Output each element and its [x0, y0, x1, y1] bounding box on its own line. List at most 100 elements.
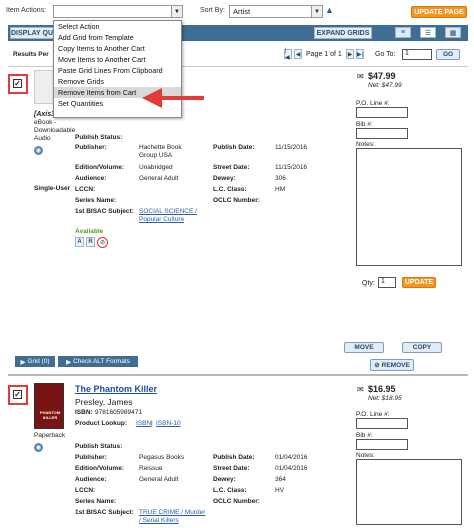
net-price-value: Net: $18.95	[368, 395, 402, 402]
publisher-label: Publisher:	[75, 454, 107, 461]
check-alt-formats-button[interactable]: ▶ Check ALT Formats	[58, 356, 138, 367]
lccn-label: LCCN:	[75, 186, 96, 193]
sort-by-select[interactable]: Artist ▼	[229, 5, 323, 18]
notes-label: Notes:	[356, 452, 375, 459]
series-label: Series Name:	[75, 197, 117, 204]
grid-view-icon[interactable]: ▦	[445, 27, 461, 38]
item-divider	[8, 374, 468, 376]
audience-label: Audience:	[75, 476, 107, 483]
notes-textarea[interactable]	[356, 459, 462, 525]
street-date-label: Street Date:	[213, 164, 250, 171]
audience-value: General Adult	[139, 476, 179, 483]
audio-badge-icon[interactable]: A	[75, 237, 84, 247]
item-title-fragment[interactable]: [Axis3	[34, 111, 55, 118]
qty-label: Qty:	[362, 280, 375, 287]
item-checkbox[interactable]: ✓	[13, 390, 22, 399]
item-actions-select[interactable]: ▼	[53, 5, 183, 18]
last-page-button[interactable]: ▶|	[356, 49, 364, 59]
product-lookup-label: Product Lookup:	[75, 420, 127, 427]
dropdown-item-copy-items[interactable]: Copy Items to Another Cart	[54, 43, 181, 54]
lookup-separator: |	[151, 420, 153, 427]
detail-view-icon[interactable]: ☰	[420, 27, 436, 38]
qty-input[interactable]: 1	[378, 277, 396, 288]
cart-icon[interactable]: ✉	[357, 385, 364, 394]
bisac-label: 1st BISAC Subject:	[75, 208, 134, 215]
notes-label: Notes:	[356, 141, 375, 148]
top-toolbar: Item Actions: ▼ Sort By: Artist ▼ ▲ UPDA…	[0, 0, 474, 22]
isbn10-lookup-link[interactable]: ISBN-10	[156, 420, 181, 427]
go-button[interactable]: GO	[436, 49, 460, 60]
audience-label: Audience:	[75, 175, 107, 182]
isbn-lookup-link[interactable]: ISBN	[136, 420, 151, 427]
net-price-value: Net: $47.99	[368, 82, 402, 89]
format-label: Paperback	[34, 432, 66, 439]
bib-input[interactable]	[356, 128, 408, 139]
po-line-input[interactable]	[356, 418, 408, 429]
oclc-label: OCLC Number:	[213, 197, 260, 204]
dropdown-item-paste-grid[interactable]: Paste Grid Lines From Clipboard	[54, 65, 181, 76]
play-icon: ▶	[66, 358, 72, 366]
price-value: $47.99	[368, 71, 396, 81]
info-icon[interactable]: ◉	[34, 146, 43, 155]
bib-label: Bib #:	[356, 121, 373, 128]
publisher-value: Pegasus Books	[139, 454, 185, 461]
cover-text: PHANTOM KILLER	[39, 410, 61, 420]
po-line-label: P.O. Line #:	[356, 411, 390, 418]
street-date-value: 01/04/2016	[275, 465, 308, 472]
results-per-page-label: Results Per	[13, 51, 49, 58]
publish-status-label: Publish Status:	[75, 443, 123, 450]
po-line-input[interactable]	[356, 107, 408, 118]
item-actions-label: Item Actions:	[6, 7, 47, 14]
sort-ascending-icon[interactable]: ▲	[325, 5, 334, 15]
prev-page-button[interactable]: ◀	[294, 49, 302, 59]
first-page-button[interactable]: |◀	[284, 48, 292, 61]
cart-icon[interactable]: ✉	[357, 72, 364, 81]
list-view-icon[interactable]: ≡	[395, 27, 411, 38]
notes-textarea[interactable]	[356, 148, 462, 266]
annotation-arrow-icon	[142, 88, 204, 108]
page-indicator: Page 1 of 1	[306, 51, 342, 58]
publisher-label: Publisher:	[75, 144, 107, 151]
dewey-value: 306	[275, 175, 286, 182]
format-badges: A R ⊘	[75, 237, 113, 248]
info-icon[interactable]: ◉	[34, 443, 43, 452]
expand-grids-button[interactable]: EXPAND GRIDS	[314, 27, 372, 39]
dropdown-item-add-grid[interactable]: Add Grid from Template	[54, 32, 181, 43]
bib-input[interactable]	[356, 439, 408, 450]
availability-status: Available	[75, 228, 104, 235]
lc-class-value: HV	[275, 487, 285, 494]
copy-button[interactable]: COPY	[402, 342, 442, 353]
cover-image[interactable]: PHANTOM KILLER	[34, 383, 64, 429]
publish-date-label: Publish Date:	[213, 454, 255, 461]
sort-by-label: Sort By:	[200, 7, 225, 14]
edition-label: Edition/Volume:	[75, 164, 124, 171]
display-quantity-button[interactable]: DISPLAY QU	[10, 27, 54, 39]
chevron-down-icon: ▼	[311, 6, 322, 17]
bisac-link[interactable]: SOCIAL SCIENCE / Popular Culture	[139, 208, 209, 224]
update-page-button[interactable]: UPDATE PAGE	[411, 6, 467, 18]
next-page-button[interactable]: ▶	[346, 49, 354, 59]
remove-button[interactable]: ⊘ REMOVE	[370, 359, 414, 371]
series-label: Series Name:	[75, 498, 117, 505]
move-button[interactable]: MOVE	[344, 342, 384, 353]
audience-value: General Adult	[139, 175, 179, 182]
bisac-link[interactable]: TRUE CRIME / Murder / Serial Killers	[139, 509, 209, 525]
goto-input[interactable]: 1	[402, 49, 432, 60]
item-checkbox[interactable]: ✓	[13, 79, 22, 88]
lccn-label: LCCN:	[75, 487, 96, 494]
format-label: eBook - Downloadable Audio	[34, 119, 76, 142]
reader-badge-icon[interactable]: R	[86, 237, 95, 247]
publish-date-value: 11/15/2016	[275, 144, 308, 151]
dropdown-item-move-items[interactable]: Move Items to Another Cart	[54, 54, 181, 65]
item-title-link[interactable]: The Phantom Killer	[75, 384, 157, 394]
goto-label: Go To:	[375, 51, 396, 58]
update-qty-button[interactable]: UPDATE	[402, 277, 436, 288]
dewey-label: Dewey:	[213, 175, 236, 182]
dropdown-item-select-action[interactable]: Select Action	[54, 21, 181, 32]
publish-date-value: 01/04/2016	[275, 454, 308, 461]
bib-label: Bib #:	[356, 432, 373, 439]
street-date-value: 11/15/2016	[275, 164, 308, 171]
price-value: $16.95	[368, 384, 396, 394]
grid-toggle-button[interactable]: ▶ Grid (0)	[15, 356, 55, 367]
publish-date-label: Publish Date:	[213, 144, 255, 151]
